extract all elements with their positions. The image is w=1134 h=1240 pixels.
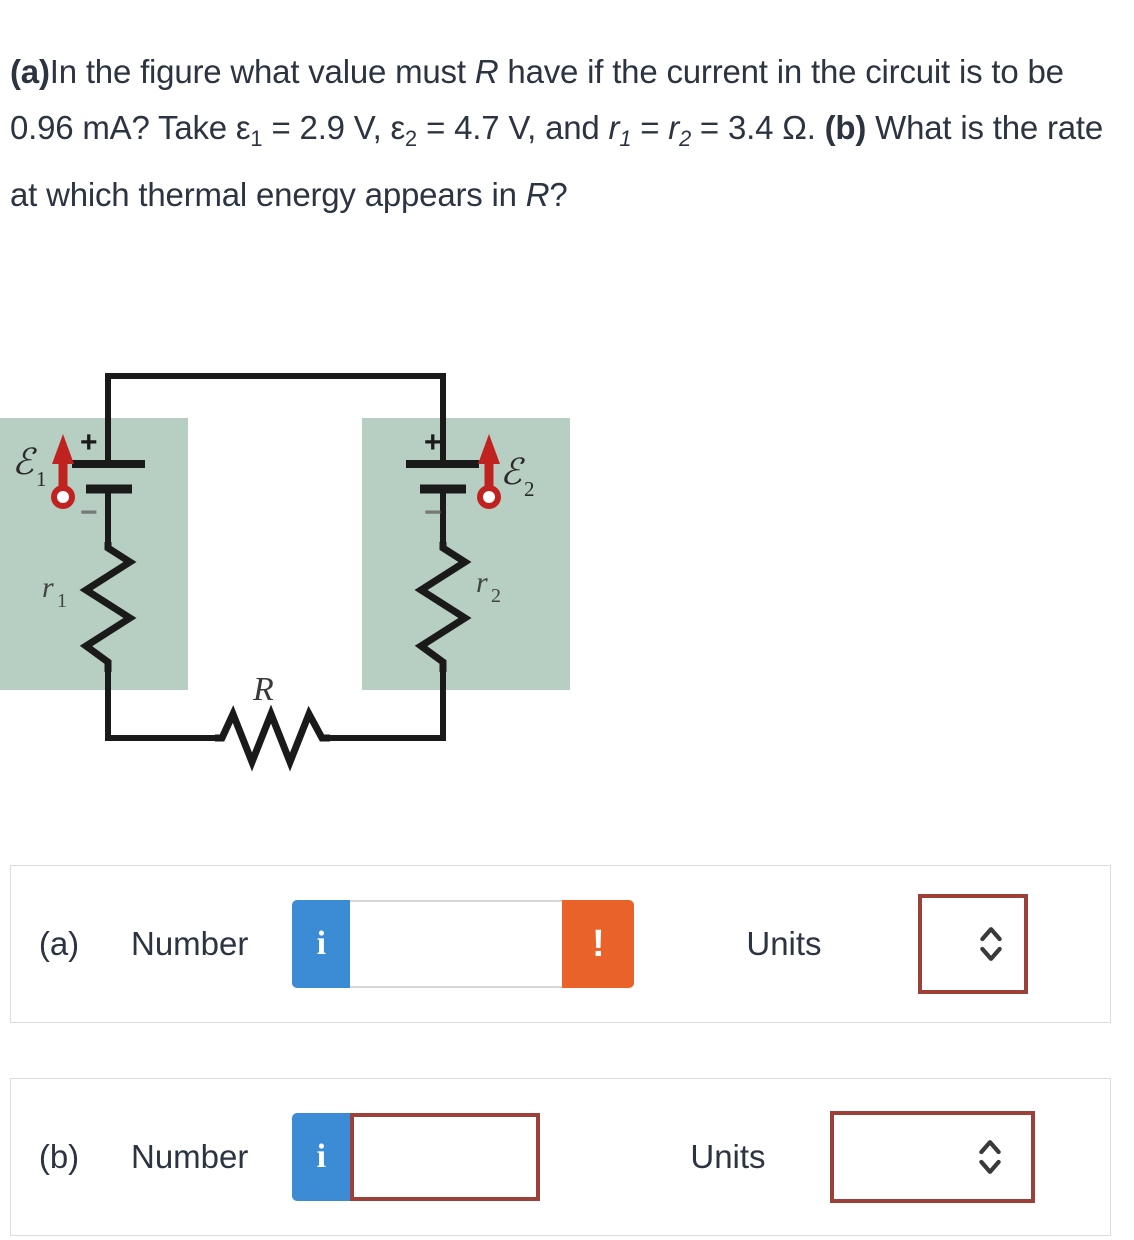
answer-row-a: (a) Number i ! Units (10, 865, 1111, 1023)
question-part-b-end: ? (549, 175, 568, 213)
r-equals-mid: = (631, 109, 669, 146)
answer-a-units-select[interactable] (917, 894, 1028, 994)
figure-label-eps1: ℰ (12, 442, 37, 482)
figure-label-r1-sub: 1 (57, 590, 67, 612)
eps2-symbol: ε (390, 109, 406, 146)
r-value: = 3.4 Ω. (690, 109, 825, 146)
answer-row-b: (b) Number i Units (10, 1078, 1111, 1236)
eps1-subscript: 1 (250, 125, 263, 151)
figure-label-r2-sub: 2 (491, 585, 501, 607)
figure-label-eps2: ℰ (500, 452, 525, 492)
answer-a-number-label: Number (131, 925, 249, 962)
info-icon[interactable]: i (292, 900, 351, 988)
answer-a-tag: (a) (38, 925, 80, 962)
question-part-a-tag: (a) (10, 53, 50, 90)
r2-subscript: 2 (679, 125, 691, 151)
circuit-diagram: + − ℰ 1 r 1 + − ℰ 2 r 2 R (0, 352, 600, 782)
answer-b-units-label: Units (690, 1138, 766, 1175)
r1-subscript: 1 (619, 125, 632, 151)
eps2-subscript: 2 (405, 125, 418, 151)
figure-label-R: R (252, 671, 274, 708)
answer-b-tag: (b) (38, 1138, 80, 1175)
eps2-equals-value: = 4.7 V, and (417, 109, 609, 146)
info-icon[interactable]: i (292, 1113, 351, 1201)
chevron-updown-icon (979, 927, 1002, 961)
figure-label-r1: r (42, 571, 54, 604)
battery-eps2-plus-sign: + (424, 426, 442, 459)
answer-b-number-input[interactable] (350, 1113, 541, 1201)
battery-eps1-plus-sign: + (80, 426, 98, 459)
answer-a-input-group: i ! (292, 900, 635, 988)
eps1-equals-value: = 2.9 V, (262, 109, 391, 146)
question-var-R-b: R (525, 175, 550, 213)
figure-label-eps2-sub: 2 (524, 477, 535, 501)
figure-label-r2: r (476, 566, 488, 599)
answer-a-number-input[interactable] (350, 900, 563, 988)
battery-eps1-minus-sign: − (80, 496, 98, 529)
answer-b-units-select[interactable] (829, 1111, 1035, 1203)
figure-label-eps1-sub: 1 (36, 467, 47, 491)
answer-a-units-label: Units (746, 925, 822, 962)
question-part-b-tag: (b) (824, 109, 867, 146)
panel-right-shading (362, 418, 570, 690)
battery-eps2-minus-sign: − (424, 496, 442, 529)
resistor-R (215, 704, 330, 772)
question-var-R-a: R (474, 53, 499, 90)
answer-b-number-label: Number (131, 1138, 249, 1175)
warning-icon[interactable]: ! (562, 900, 635, 988)
r2-symbol: r (668, 109, 680, 146)
chevron-updown-icon (978, 1140, 1001, 1174)
answer-b-input-group: i (292, 1113, 541, 1201)
question-text: (a)In the figure what value must R have … (10, 44, 1115, 223)
r1-symbol: r (608, 109, 620, 146)
eps1-symbol: ε (235, 109, 251, 146)
question-text-1: In the figure what value must (49, 53, 475, 90)
